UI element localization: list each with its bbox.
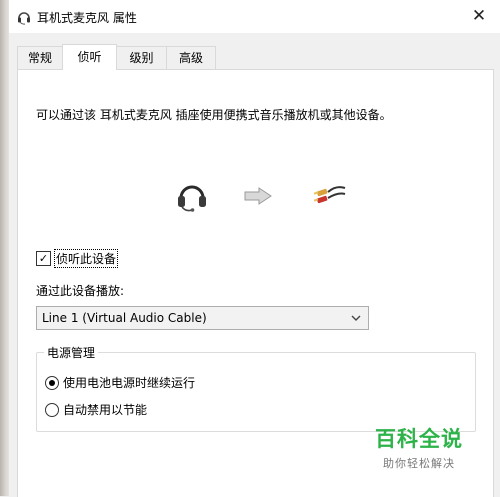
watermark-title: 百科全说 (375, 427, 463, 451)
playback-device-select[interactable]: Line 1 (Virtual Audio Cable) (36, 306, 369, 330)
playback-device-value: Line 1 (Virtual Audio Cable) (42, 311, 207, 325)
close-button[interactable]: ✕ (468, 5, 490, 27)
playback-device-label: 通过此设备播放: (36, 284, 125, 298)
power-management-group: 电源管理 使用电池电源时继续运行 自动禁用以节能 (36, 344, 476, 432)
radio-continue-on-battery-label: 使用电池电源时继续运行 (63, 376, 196, 390)
chevron-down-icon (351, 315, 361, 321)
tab-advanced[interactable]: 高级 (166, 46, 216, 69)
tab-listen[interactable]: 侦听 (62, 44, 117, 70)
properties-dialog: 耳机式麦克风 属性 ✕ 常规 侦听 级别 高级 可以通过该 耳机式麦克风 插座使… (9, 0, 500, 497)
headset-icon (178, 185, 206, 212)
radio-button[interactable] (45, 402, 59, 417)
watermark-subtitle: 助你轻松解决 (383, 457, 455, 470)
arrow-right-icon (244, 187, 272, 205)
radio-auto-disable[interactable]: 自动禁用以节能 (45, 401, 147, 418)
watermark: 百科全说 助你轻松解决 (364, 423, 474, 471)
window-title: 耳机式麦克风 属性 (37, 11, 137, 25)
listen-description: 可以通过该 耳机式麦克风 插座使用便携式音乐播放机或其他设备。 (36, 108, 392, 122)
radio-auto-disable-label: 自动禁用以节能 (63, 403, 148, 417)
radio-continue-on-battery[interactable]: 使用电池电源时继续运行 (45, 374, 195, 391)
background-strip (0, 0, 9, 496)
headset-icon (18, 12, 30, 25)
listen-checkbox-row[interactable]: ✓ 侦听此设备 (36, 249, 119, 268)
title-bar: 耳机式麦克风 属性 ✕ (9, 0, 500, 33)
radio-button-selected[interactable] (45, 375, 59, 390)
tab-general[interactable]: 常规 (17, 46, 63, 69)
close-icon: ✕ (471, 6, 487, 26)
tab-levels[interactable]: 级别 (116, 46, 167, 69)
listen-diagram (18, 175, 493, 215)
listen-checkbox[interactable]: ✓ (36, 251, 51, 266)
power-management-label: 电源管理 (44, 344, 99, 361)
listen-checkbox-label: 侦听此设备 (53, 249, 119, 268)
audio-cable-icon (314, 186, 346, 204)
